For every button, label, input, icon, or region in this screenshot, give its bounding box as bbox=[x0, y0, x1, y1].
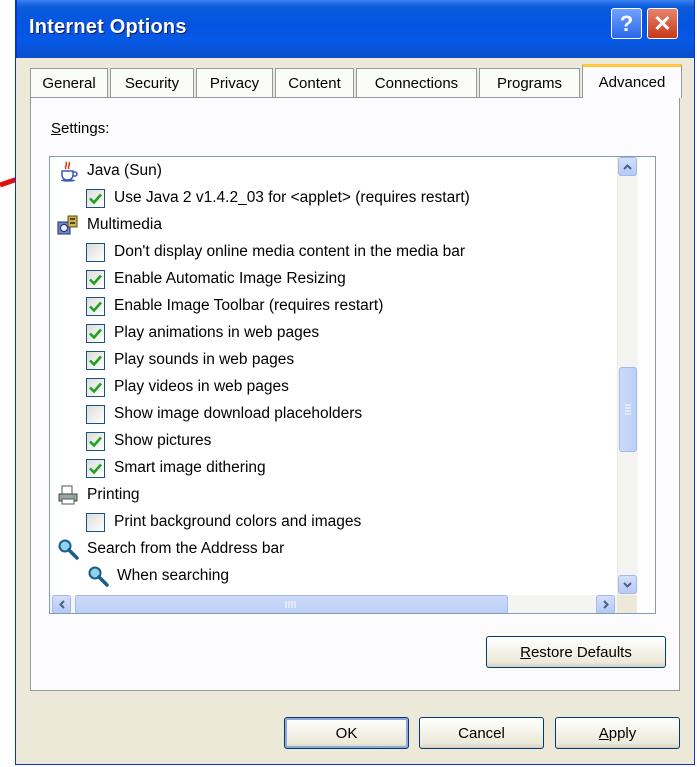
restore-defaults-button[interactable]: Restore Defaults bbox=[486, 636, 666, 668]
help-icon: ? bbox=[619, 10, 634, 36]
printer-icon bbox=[56, 484, 80, 506]
setting-checkbox[interactable] bbox=[86, 458, 105, 478]
setting-checkbox[interactable] bbox=[86, 512, 105, 532]
setting-show-pictures[interactable]: Show pictures bbox=[86, 428, 211, 454]
magnifier-icon bbox=[56, 538, 80, 560]
scroll-right-button[interactable] bbox=[596, 595, 615, 613]
setting-label: Play animations in web pages bbox=[114, 324, 320, 341]
setting-label: Enable Automatic Image Resizing bbox=[114, 270, 346, 287]
setting-label: Print background colors and images bbox=[114, 513, 362, 530]
apply-button[interactable]: Apply bbox=[555, 717, 680, 749]
setting-play-videos-in-web-pages[interactable]: Play videos in web pages bbox=[86, 374, 289, 400]
horizontal-scrollbar[interactable] bbox=[50, 595, 617, 613]
setting-label: Smart image dithering bbox=[114, 459, 266, 476]
check-mark-icon bbox=[89, 382, 102, 393]
scrollbar-corner bbox=[617, 595, 637, 613]
category-multimedia: Multimedia bbox=[56, 212, 162, 238]
check-mark-icon bbox=[89, 301, 102, 312]
setting-checkbox[interactable] bbox=[86, 296, 105, 316]
setting-don-t-display-online-media-content-in-the-media-bar[interactable]: Don't display online media content in th… bbox=[86, 239, 465, 265]
setting-checkbox[interactable] bbox=[86, 377, 105, 397]
tab-security[interactable]: Security bbox=[110, 68, 194, 97]
setting-label: Don't display online media content in th… bbox=[114, 243, 466, 260]
category-when-searching: When searching bbox=[86, 563, 229, 589]
help-button[interactable]: ? bbox=[611, 8, 642, 39]
tab-connections[interactable]: Connections bbox=[356, 68, 477, 97]
tab-general[interactable]: General bbox=[30, 68, 108, 97]
settings-list[interactable]: Java (Sun) Use Java 2 v1.4.2_03 for <appl… bbox=[49, 156, 656, 614]
setting-enable-image-toolbar-requires-restart[interactable]: Enable Image Toolbar (requires restart) bbox=[86, 293, 383, 319]
scroll-up-button[interactable] bbox=[618, 157, 637, 176]
setting-checkbox[interactable] bbox=[86, 404, 105, 424]
tab-content[interactable]: Content bbox=[275, 68, 354, 97]
category-search-from-the-address-bar: Search from the Address bar bbox=[56, 536, 284, 562]
multimedia-icon bbox=[56, 214, 80, 236]
setting-label: When searching bbox=[117, 567, 230, 584]
check-mark-icon bbox=[89, 193, 102, 204]
setting-smart-image-dithering[interactable]: Smart image dithering bbox=[86, 455, 266, 481]
vertical-scrollbar[interactable] bbox=[617, 157, 638, 595]
category-java-sun: Java (Sun) bbox=[56, 158, 162, 184]
setting-label: Play videos in web pages bbox=[114, 378, 289, 395]
setting-checkbox[interactable] bbox=[86, 242, 105, 262]
tab-privacy[interactable]: Privacy bbox=[196, 68, 273, 97]
cancel-button[interactable]: Cancel bbox=[419, 717, 544, 749]
setting-label: Show image download placeholders bbox=[114, 405, 363, 422]
close-icon: ✕ bbox=[653, 10, 672, 36]
title-bar[interactable]: Internet Options ? ✕ bbox=[16, 0, 694, 58]
ok-button[interactable]: OK bbox=[284, 717, 409, 749]
category-printing: Printing bbox=[56, 482, 140, 508]
check-mark-icon bbox=[89, 436, 102, 447]
setting-label: Enable Image Toolbar (requires restart) bbox=[114, 297, 384, 314]
setting-checkbox[interactable] bbox=[86, 350, 105, 370]
close-button[interactable]: ✕ bbox=[647, 8, 678, 39]
check-mark-icon bbox=[89, 355, 102, 366]
setting-label: Multimedia bbox=[87, 216, 162, 233]
check-mark-icon bbox=[89, 463, 102, 474]
magnifier-icon bbox=[86, 565, 110, 587]
setting-label: Printing bbox=[87, 486, 140, 503]
setting-checkbox[interactable] bbox=[86, 269, 105, 289]
tab-programs[interactable]: Programs bbox=[479, 68, 580, 97]
setting-enable-automatic-image-resizing[interactable]: Enable Automatic Image Resizing bbox=[86, 266, 346, 292]
chevron-up-icon bbox=[623, 163, 632, 170]
chevron-right-icon bbox=[602, 600, 609, 609]
setting-show-image-download-placeholders[interactable]: Show image download placeholders bbox=[86, 401, 362, 427]
check-mark-icon bbox=[89, 274, 102, 285]
internet-options-window: Internet Options ? ✕ General Security Pr… bbox=[15, 0, 695, 765]
setting-play-animations-in-web-pages[interactable]: Play animations in web pages bbox=[86, 320, 319, 346]
grip-icon bbox=[285, 601, 296, 608]
check-mark-icon bbox=[89, 328, 102, 339]
setting-label: Use Java 2 v1.4.2_03 for <applet> (requi… bbox=[114, 189, 470, 206]
horizontal-scroll-thumb[interactable] bbox=[75, 595, 508, 613]
tab-advanced[interactable]: Advanced bbox=[582, 64, 682, 98]
scroll-down-button[interactable] bbox=[618, 575, 637, 594]
advanced-panel: Settings: Java (Sun) Use Java 2 v1.4.2_03… bbox=[30, 97, 680, 691]
chevron-left-icon bbox=[58, 600, 65, 609]
setting-print-background-colors-and-images[interactable]: Print background colors and images bbox=[86, 509, 361, 535]
scroll-left-button[interactable] bbox=[52, 595, 71, 613]
window-title: Internet Options bbox=[29, 16, 187, 38]
setting-use-java-2-v1-4-2-03-for-applet-requires-restart[interactable]: Use Java 2 v1.4.2_03 for <applet> (requi… bbox=[86, 185, 470, 211]
setting-checkbox[interactable] bbox=[86, 431, 105, 451]
setting-checkbox[interactable] bbox=[86, 188, 105, 208]
setting-label: Show pictures bbox=[114, 432, 212, 449]
setting-label: Play sounds in web pages bbox=[114, 351, 295, 368]
settings-label: Settings: bbox=[51, 120, 110, 137]
chevron-down-icon bbox=[623, 581, 632, 588]
java-cup-icon bbox=[56, 160, 80, 182]
setting-checkbox[interactable] bbox=[86, 323, 105, 343]
setting-label: Search from the Address bar bbox=[87, 540, 285, 557]
setting-label: Java (Sun) bbox=[87, 162, 162, 179]
grip-icon bbox=[625, 404, 631, 415]
vertical-scroll-thumb[interactable] bbox=[619, 367, 637, 452]
setting-play-sounds-in-web-pages[interactable]: Play sounds in web pages bbox=[86, 347, 294, 373]
